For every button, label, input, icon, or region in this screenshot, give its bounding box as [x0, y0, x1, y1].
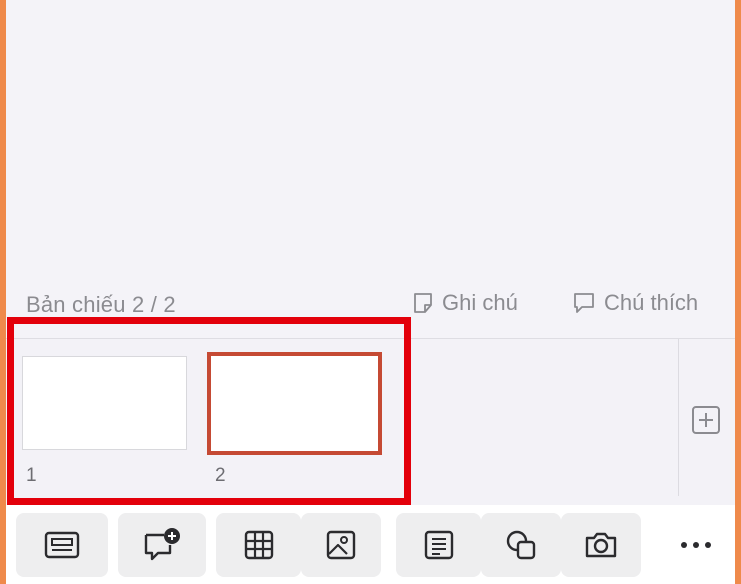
add-slide-button[interactable]: [691, 405, 721, 435]
comments-button[interactable]: Chú thích: [572, 290, 698, 316]
slide-number-2: 2: [215, 465, 226, 486]
insert-shapes-button[interactable]: [481, 513, 561, 577]
text-box-icon: [423, 529, 455, 561]
more-options-button[interactable]: [661, 513, 731, 577]
slide-thumbnail-strip: 1 2: [6, 339, 735, 496]
camera-icon: [584, 530, 618, 560]
insert-textbox-button[interactable]: [396, 513, 481, 577]
shapes-icon: [504, 528, 538, 562]
plus-square-icon: [691, 406, 721, 439]
slide-counter: Bản chiếu 2 / 2: [26, 292, 176, 317]
slide-number-1: 1: [26, 465, 37, 486]
table-icon: [243, 529, 275, 561]
notes-label: Ghi chú: [442, 290, 518, 315]
slide-thumbnail-1[interactable]: [22, 356, 187, 450]
comments-label: Chú thích: [604, 290, 699, 315]
slide-thumbnail-2-selected[interactable]: [207, 352, 382, 455]
slide-canvas[interactable]: [6, 0, 735, 339]
strip-divider: [678, 339, 679, 496]
slide-layout-button[interactable]: [16, 513, 108, 577]
notes-button[interactable]: Ghi chú: [412, 290, 518, 316]
comment-icon: [572, 292, 596, 314]
slide-layout-icon: [44, 530, 80, 560]
insert-picture-button[interactable]: [301, 513, 381, 577]
bottom-toolbar: [6, 505, 735, 584]
add-comment-button[interactable]: [118, 513, 206, 577]
camera-button[interactable]: [561, 513, 641, 577]
note-icon: [412, 292, 434, 314]
add-comment-icon: [142, 527, 182, 563]
picture-icon: [325, 529, 357, 561]
app-window: Bản chiếu 2 / 2 Ghi chú Chú thích 1 2: [0, 0, 741, 584]
insert-table-button[interactable]: [216, 513, 301, 577]
more-icon: [679, 536, 713, 554]
